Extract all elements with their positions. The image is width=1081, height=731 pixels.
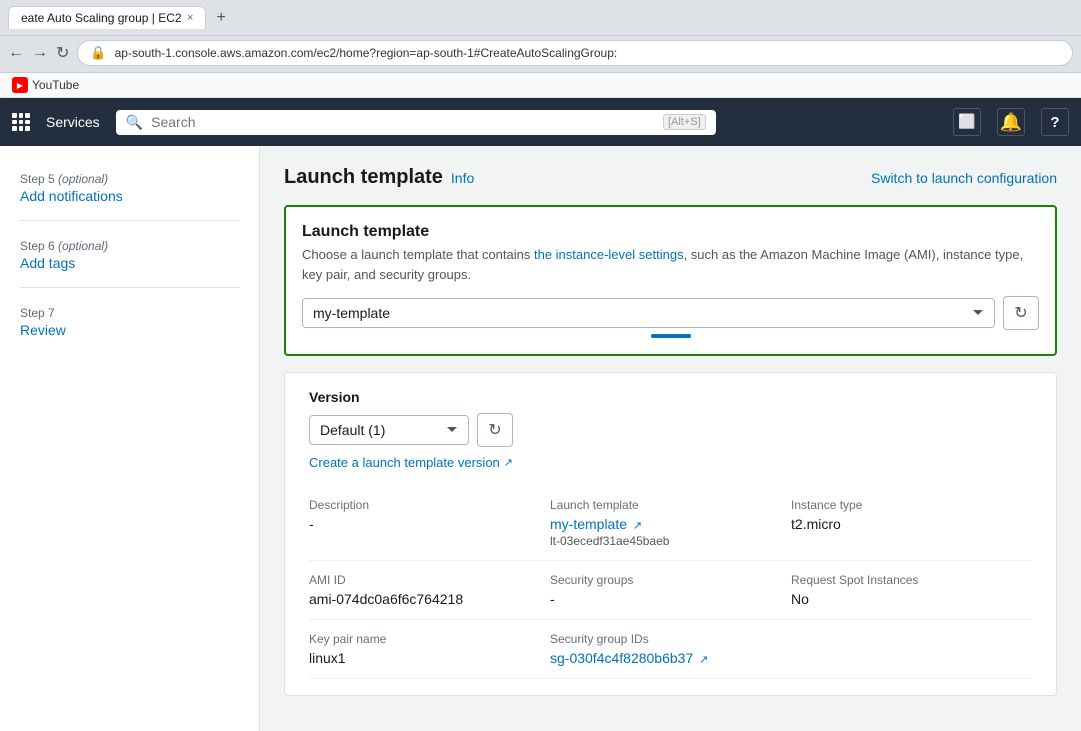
detail-key-pair: Key pair name linux1 [309, 620, 550, 679]
create-lt-version-link[interactable]: Create a launch template version ↗ [309, 455, 1032, 470]
lt-dropdown-row: my-template ↻ [302, 296, 1039, 330]
lt-desc-link[interactable]: the instance-level settings [534, 247, 684, 262]
detail-instance-type: Instance type t2.micro [791, 486, 1032, 561]
key-pair-value: linux1 [309, 650, 550, 666]
security-groups-value: - [550, 591, 791, 607]
active-tab[interactable]: eate Auto Scaling group | EC2 × [8, 6, 206, 29]
switch-to-launch-config-link[interactable]: Switch to launch configuration [871, 170, 1057, 186]
version-section: Version Default (1) ↻ Create a launch te… [284, 372, 1057, 696]
lt-id-value: lt-03ecedf31ae45baeb [550, 534, 791, 548]
aws-search-bar[interactable]: 🔍 [Alt+S] [116, 110, 716, 135]
detail-empty [791, 620, 1032, 679]
youtube-icon [12, 77, 28, 93]
detail-ami-id: AMI ID ami-074dc0a6f6c764218 [309, 561, 550, 620]
content-area: Launch template Info Switch to launch co… [260, 146, 1081, 731]
tab-title: eate Auto Scaling group | EC2 [21, 11, 181, 25]
new-tab-button[interactable]: + [210, 7, 231, 29]
lt-box-description: Choose a launch template that contains t… [302, 245, 1039, 284]
sidebar-step7: Step 7 Review [0, 296, 259, 346]
step6-link[interactable]: Add tags [20, 255, 239, 271]
sg-ids-text: sg-030f4c4f8280b6b37 [550, 650, 693, 666]
tab-close-button[interactable]: × [187, 12, 193, 24]
refresh-button[interactable]: ↻ [56, 43, 69, 63]
info-link[interactable]: Info [451, 170, 474, 186]
lt-name-text: my-template [550, 516, 627, 532]
version-refresh-button[interactable]: ↻ [477, 413, 513, 447]
detail-security-groups: Security groups - [550, 561, 791, 620]
version-label: Version [309, 389, 1032, 405]
url-display: ap-south-1.console.aws.amazon.com/ec2/ho… [115, 46, 1060, 60]
sidebar: Step 5 (optional) Add notifications Step… [0, 146, 260, 731]
sg-ids-value[interactable]: sg-030f4c4f8280b6b37 ↗ [550, 650, 791, 666]
section-header: Launch template Info Switch to launch co… [284, 166, 1057, 189]
aws-nav-icons: ⬜ 🔔 ? [953, 108, 1069, 136]
step6-number: Step 6 (optional) [20, 239, 108, 253]
search-input[interactable] [151, 114, 655, 130]
sg-ids-external-icon: ↗ [699, 654, 708, 666]
main-layout: Step 5 (optional) Add notifications Step… [0, 146, 1081, 731]
create-lt-version-text: Create a launch template version [309, 455, 500, 470]
lt-name-value[interactable]: my-template ↗ [550, 516, 791, 532]
bookmark-youtube[interactable]: YouTube [12, 77, 79, 93]
step7-number: Step 7 [20, 306, 55, 320]
lt-box-title: Launch template [302, 223, 1039, 241]
key-pair-label: Key pair name [309, 632, 550, 646]
sidebar-step6: Step 6 (optional) Add tags [0, 229, 259, 279]
ami-id-value: ami-074dc0a6f6c764218 [309, 591, 550, 607]
terminal-icon[interactable]: ⬜ [953, 108, 981, 136]
step7-link[interactable]: Review [20, 322, 239, 338]
browser-chrome: eate Auto Scaling group | EC2 × + [0, 0, 1081, 36]
aws-topnav: Services 🔍 [Alt+S] ⬜ 🔔 ? [0, 98, 1081, 146]
instance-type-label: Instance type [791, 498, 1032, 512]
services-menu[interactable]: Services [46, 114, 100, 130]
instance-type-value: t2.micro [791, 516, 1032, 532]
scroll-indicator [302, 334, 1039, 338]
search-shortcut: [Alt+S] [663, 114, 706, 130]
bell-icon[interactable]: 🔔 [997, 108, 1025, 136]
external-link-icon: ↗ [504, 456, 513, 469]
bookmarks-bar: YouTube [0, 73, 1081, 98]
back-button[interactable]: ← [8, 44, 24, 62]
bookmark-youtube-label: YouTube [32, 78, 79, 92]
sg-ids-label: Security group IDs [550, 632, 791, 646]
title-group: Launch template Info [284, 166, 474, 189]
lt-template-dropdown[interactable]: my-template [302, 298, 995, 328]
detail-request-spot: Request Spot Instances No [791, 561, 1032, 620]
request-spot-label: Request Spot Instances [791, 573, 1032, 587]
apps-grid-icon[interactable] [12, 113, 30, 131]
detail-launch-template: Launch template my-template ↗ lt-03ecedf… [550, 486, 791, 561]
lt-refresh-button[interactable]: ↻ [1003, 296, 1039, 330]
launch-template-box: Launch template Choose a launch template… [284, 205, 1057, 356]
detail-sg-ids: Security group IDs sg-030f4c4f8280b6b37 … [550, 620, 791, 679]
version-row: Default (1) ↻ [309, 413, 1032, 447]
ami-id-label: AMI ID [309, 573, 550, 587]
step6-optional: (optional) [58, 239, 108, 253]
description-value: - [309, 516, 550, 532]
description-label: Description [309, 498, 550, 512]
sidebar-divider-1 [20, 220, 239, 221]
scroll-thumb [651, 334, 691, 338]
step5-optional: (optional) [58, 172, 108, 186]
help-icon[interactable]: ? [1041, 108, 1069, 136]
details-grid: Description - Launch template my-templat… [309, 486, 1032, 679]
address-bar[interactable]: 🔒 ap-south-1.console.aws.amazon.com/ec2/… [77, 40, 1073, 66]
sidebar-step5: Step 5 (optional) Add notifications [0, 162, 259, 212]
forward-button[interactable]: → [32, 44, 48, 62]
version-dropdown[interactable]: Default (1) [309, 415, 469, 445]
search-icon: 🔍 [126, 114, 143, 131]
security-groups-label: Security groups [550, 573, 791, 587]
tab-bar: eate Auto Scaling group | EC2 × + [8, 6, 232, 29]
detail-description: Description - [309, 486, 550, 561]
step5-number: Step 5 (optional) [20, 172, 108, 186]
lt-label: Launch template [550, 498, 791, 512]
step5-link[interactable]: Add notifications [20, 188, 239, 204]
lt-name-external-icon: ↗ [633, 520, 642, 532]
request-spot-value: No [791, 591, 1032, 607]
sidebar-divider-2 [20, 287, 239, 288]
page-title: Launch template [284, 166, 443, 189]
